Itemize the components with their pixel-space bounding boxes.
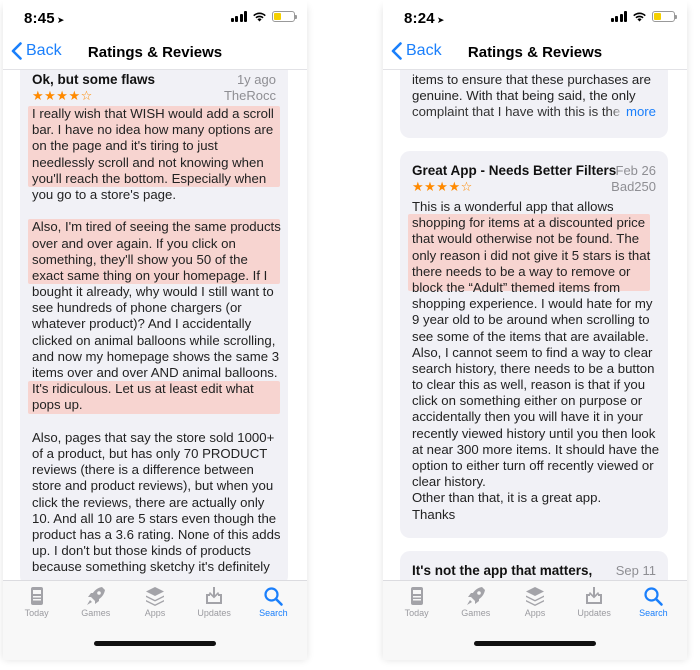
review-card[interactable]: items to ensure that these purchases are… [400,70,668,138]
review-body: I really wish that WISH would add a scro… [28,106,281,575]
status-bar: 8:45 ➤ [3,0,307,36]
tab-today[interactable]: Today [8,581,66,624]
stack-icon [525,587,544,606]
nav-bar: Back Ratings & Reviews [383,36,687,70]
review-card[interactable]: Great App - Needs Better Filters Feb 26 … [400,151,668,538]
page-title: Ratings & Reviews [87,44,223,61]
wifi-icon [253,12,266,22]
reviews-list[interactable]: Ok, but some flaws 1y ago ★★★★☆ TheRocc … [3,70,307,580]
wifi-icon [633,12,646,22]
page-title: Ratings & Reviews [467,44,603,61]
tab-search[interactable]: Search [244,581,302,624]
review-body: items to ensure that these purchases are… [412,72,656,121]
review-card[interactable]: Ok, but some flaws 1y ago ★★★★☆ TheRocc … [20,70,288,580]
star-rating: ★★★★☆ [412,179,473,194]
rocket-icon [86,587,105,605]
status-bar: 8:24 ➤ [383,0,687,36]
rocket-icon [466,587,485,605]
review-title: Ok, but some flaws [32,72,156,87]
home-indicator[interactable] [94,641,216,646]
nav-bar: Back Ratings & Reviews [3,36,307,70]
review-title: It's not the app that matters, [412,563,593,578]
download-icon [586,587,603,604]
signal-icon [230,11,247,22]
review-date: 1y ago [236,72,276,87]
tab-search[interactable]: Search [624,581,682,624]
tab-apps[interactable]: Apps [126,581,184,624]
tab-games[interactable]: Games [447,581,505,624]
signal-icon [610,11,627,22]
review-paragraph: I really wish that WISH would add a scro… [32,106,274,202]
review-author: Bad250 [611,179,656,194]
review-body: This is a wonderful app that allows shop… [408,199,659,523]
stack-icon [145,587,164,606]
tab-updates[interactable]: Updates [565,581,623,624]
more-link[interactable]: more [609,104,656,121]
battery-icon [652,11,677,22]
tab-updates[interactable]: Updates [185,581,243,624]
review-author: TheRocc [223,88,276,103]
search-icon [264,587,284,606]
status-time: 8:24 [404,10,435,27]
phone-screen-left: 8:45 ➤ Back Ratings & Reviews Ok, but som… [3,0,307,660]
review-card[interactable]: It's not the app that matters, Sep 11 [400,551,668,580]
tab-games[interactable]: Games [67,581,125,624]
reviews-list[interactable]: items to ensure that these purchases are… [383,70,687,580]
tab-apps[interactable]: Apps [506,581,564,624]
review-paragraph: Also, pages that say the store sold 1000… [32,429,281,575]
tab-bar: Today Games Apps Updates Search [383,580,687,624]
today-icon [30,587,43,605]
tab-today[interactable]: Today [388,581,446,624]
home-indicator[interactable] [474,641,596,646]
download-icon [206,587,223,604]
location-arrow-icon: ➤ [56,15,65,25]
review-paragraph: Also, I'm tired of seeing the same produ… [32,219,281,413]
today-icon [410,587,423,605]
review-date: Sep 11 [615,563,656,578]
review-date: Feb 26 [615,163,656,178]
star-rating: ★★★★☆ [32,88,93,103]
search-icon [644,587,664,606]
battery-icon [272,11,297,22]
review-title: Great App - Needs Better Filters [412,163,617,178]
location-arrow-icon: ➤ [436,15,445,25]
tab-bar: Today Games Apps Updates Search [3,580,307,624]
phone-screen-right: 8:24 ➤ Back Ratings & Reviews items to en… [383,0,687,660]
status-time: 8:45 [24,10,55,27]
